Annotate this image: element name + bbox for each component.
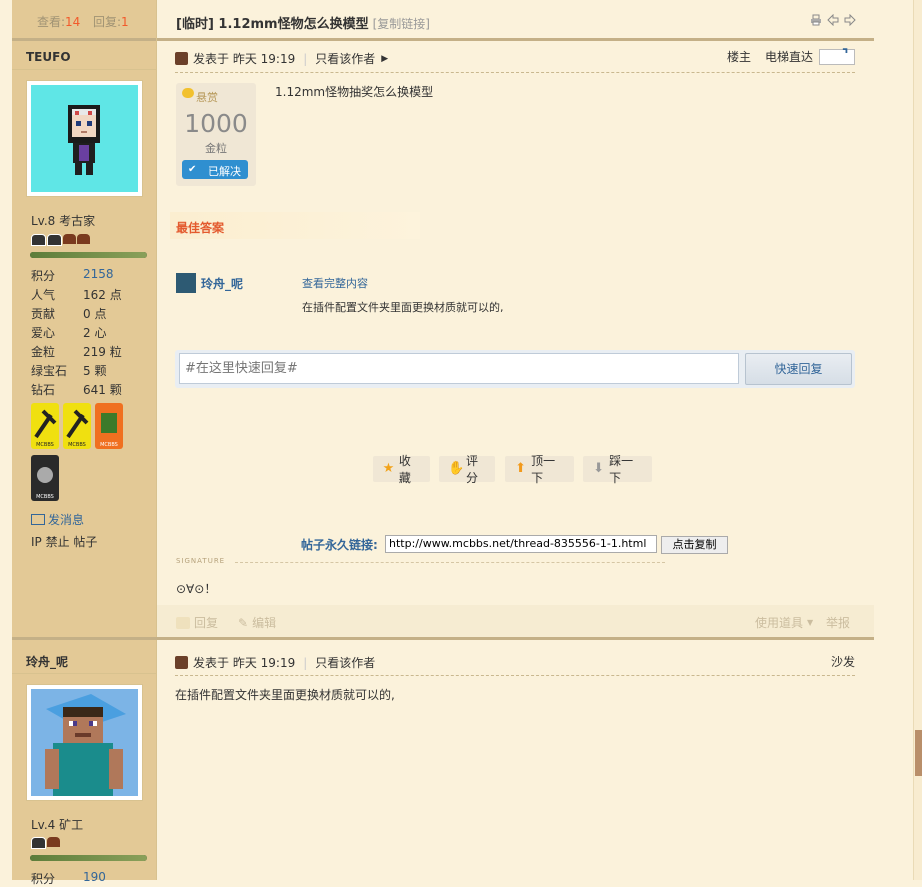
experience-bar bbox=[30, 855, 147, 861]
post-content: 在插件配置文件夹里面更换材质就可以的, bbox=[175, 688, 395, 702]
medal-plant-icon[interactable]: MCBBS bbox=[95, 403, 123, 449]
thread-header: [临时] 1.12mm怪物怎么换模型 [复制链接] bbox=[157, 0, 874, 41]
best-answer-text: 在插件配置文件夹里面更换材质就可以的, bbox=[302, 301, 504, 314]
send-message-link[interactable]: 发消息 bbox=[31, 511, 84, 528]
floor-label: 楼主 bbox=[726, 50, 751, 64]
divider bbox=[12, 69, 156, 70]
triangle-right-icon: ▶ bbox=[381, 53, 389, 64]
svg-text:MCBBS: MCBBS bbox=[36, 494, 54, 500]
ip-ban-links[interactable]: IP 禁止 帖子 bbox=[31, 533, 97, 550]
online-avatar-icon bbox=[175, 52, 188, 65]
print-icon[interactable] bbox=[810, 14, 822, 26]
solved-badge: ✔ 已解决 bbox=[182, 160, 248, 179]
divider bbox=[175, 72, 855, 73]
avatar[interactable] bbox=[26, 80, 143, 197]
helmet-icon bbox=[47, 234, 62, 246]
elevator-label: 电梯直达 bbox=[764, 50, 813, 64]
pencil-icon: ✎ bbox=[238, 615, 249, 630]
avatar[interactable] bbox=[26, 684, 143, 801]
sidebar-divider bbox=[156, 0, 157, 880]
upvote-button[interactable]: ⬆ 顶一下 bbox=[505, 454, 574, 485]
quick-reply-button[interactable]: 快速回复 bbox=[745, 353, 852, 385]
user-level: Lv.4 矿工 bbox=[31, 818, 84, 832]
check-icon: ✔ bbox=[188, 164, 197, 175]
best-answer-label: 最佳答案 bbox=[176, 221, 225, 235]
permalink-field[interactable]: http://www.mcbbs.net/thread-835556-1-1.h… bbox=[385, 535, 657, 553]
arrow-down-icon: ⬇ bbox=[593, 461, 605, 476]
floor-label: 沙发 bbox=[830, 655, 855, 669]
elevator-input[interactable] bbox=[819, 48, 855, 65]
bounty-unit: 金粒 bbox=[205, 142, 227, 155]
medal-pickaxe-icon[interactable]: MCBBS bbox=[63, 403, 91, 449]
post-meta: 发表于 昨天 19:19 | 只看该作者 ▶ bbox=[175, 50, 388, 67]
view-full-link[interactable]: 查看完整内容 bbox=[302, 275, 368, 291]
bounty-label: 悬赏 bbox=[196, 91, 218, 104]
favorite-button[interactable]: ★ 收藏 bbox=[373, 454, 430, 485]
divider bbox=[175, 675, 855, 676]
quick-reply-input[interactable] bbox=[179, 353, 739, 384]
copy-permalink-button[interactable]: 点击复制 bbox=[661, 536, 728, 554]
helmet-icon bbox=[77, 234, 90, 244]
svg-text:MCBBS: MCBBS bbox=[68, 442, 86, 448]
signature-text: ⊙∀⊙！ bbox=[176, 582, 217, 596]
edit-link[interactable]: ✎ 编辑 bbox=[238, 614, 276, 631]
wrench-icon[interactable]: ⌝ bbox=[842, 47, 849, 63]
permalink-label: 帖子永久链接: bbox=[301, 538, 378, 552]
svg-text:MCBBS: MCBBS bbox=[36, 442, 54, 448]
author-name[interactable]: 玲舟_呢 bbox=[26, 653, 68, 670]
svg-text:MCBBS: MCBBS bbox=[100, 442, 118, 448]
avatar-pixel-art bbox=[68, 105, 100, 175]
helmet-icon bbox=[47, 837, 60, 847]
scrollbar-thumb[interactable] bbox=[915, 730, 922, 776]
signature-label: SIGNATURE bbox=[176, 557, 226, 565]
arrow-up-icon: ⬆ bbox=[515, 461, 527, 476]
medal-pickaxe-icon[interactable]: MCBBS bbox=[31, 403, 59, 449]
only-author-link[interactable]: 只看该作者 bbox=[315, 654, 375, 671]
thread-title: [临时] 1.12mm怪物怎么换模型 [复制链接] bbox=[176, 17, 430, 32]
star-icon: ★ bbox=[382, 461, 395, 476]
signature-divider bbox=[235, 562, 665, 563]
experience-bar bbox=[30, 252, 147, 258]
online-avatar-icon bbox=[175, 656, 188, 669]
post-content: 1.12mm怪物抽奖怎么换模型 bbox=[275, 85, 434, 99]
rate-button[interactable]: ✋ 评分 bbox=[439, 454, 495, 485]
chevron-down-icon: ▼ bbox=[807, 618, 814, 627]
post-meta: 发表于 昨天 19:19 | 只看该作者 bbox=[175, 654, 375, 671]
thumb-icon: ✋ bbox=[448, 461, 465, 476]
medal-rocks-icon[interactable]: MCBBS bbox=[31, 455, 59, 501]
helmet-icon bbox=[63, 234, 76, 244]
replies-stat: 回复:1 bbox=[93, 15, 129, 29]
bounty-card: 悬赏 1000 金粒 ✔ 已解决 bbox=[176, 83, 256, 186]
helmet-icon bbox=[31, 837, 46, 849]
bounty-amount: 1000 bbox=[184, 109, 248, 138]
level-icons bbox=[31, 234, 90, 246]
author-name[interactable]: TEUFO bbox=[26, 50, 71, 64]
post-separator bbox=[12, 637, 874, 640]
thread-stats: 查看:14 回复:1 bbox=[12, 0, 156, 41]
views-stat: 查看:14 bbox=[37, 15, 81, 29]
only-author-link[interactable]: 只看该作者 bbox=[315, 50, 375, 67]
post-time: 发表于 昨天 19:19 bbox=[193, 656, 296, 670]
reply-link[interactable]: 回复 bbox=[176, 614, 218, 631]
next-thread-icon[interactable] bbox=[844, 13, 856, 27]
mail-icon bbox=[31, 514, 45, 525]
copy-link[interactable]: [复制链接] bbox=[373, 17, 430, 31]
comment-icon bbox=[176, 616, 190, 629]
post-time: 发表于 昨天 19:19 bbox=[193, 52, 296, 66]
report-link[interactable]: 举报 bbox=[826, 614, 850, 631]
downvote-button[interactable]: ⬇ 踩一下 bbox=[583, 454, 652, 485]
gold-coin-icon bbox=[182, 88, 194, 98]
use-item-menu[interactable]: 使用道具 ▼ bbox=[755, 614, 813, 631]
prev-thread-icon[interactable] bbox=[827, 13, 839, 27]
level-icons bbox=[31, 837, 60, 849]
divider bbox=[12, 673, 156, 674]
floor-info: 楼主 电梯直达 bbox=[727, 48, 855, 65]
user-level: Lv.8 考古家 bbox=[31, 214, 96, 228]
helmet-icon bbox=[31, 234, 46, 246]
answer-avatar[interactable] bbox=[176, 273, 196, 293]
answer-username[interactable]: 玲舟_呢 bbox=[201, 275, 243, 292]
avatar-steve-art bbox=[45, 694, 126, 796]
